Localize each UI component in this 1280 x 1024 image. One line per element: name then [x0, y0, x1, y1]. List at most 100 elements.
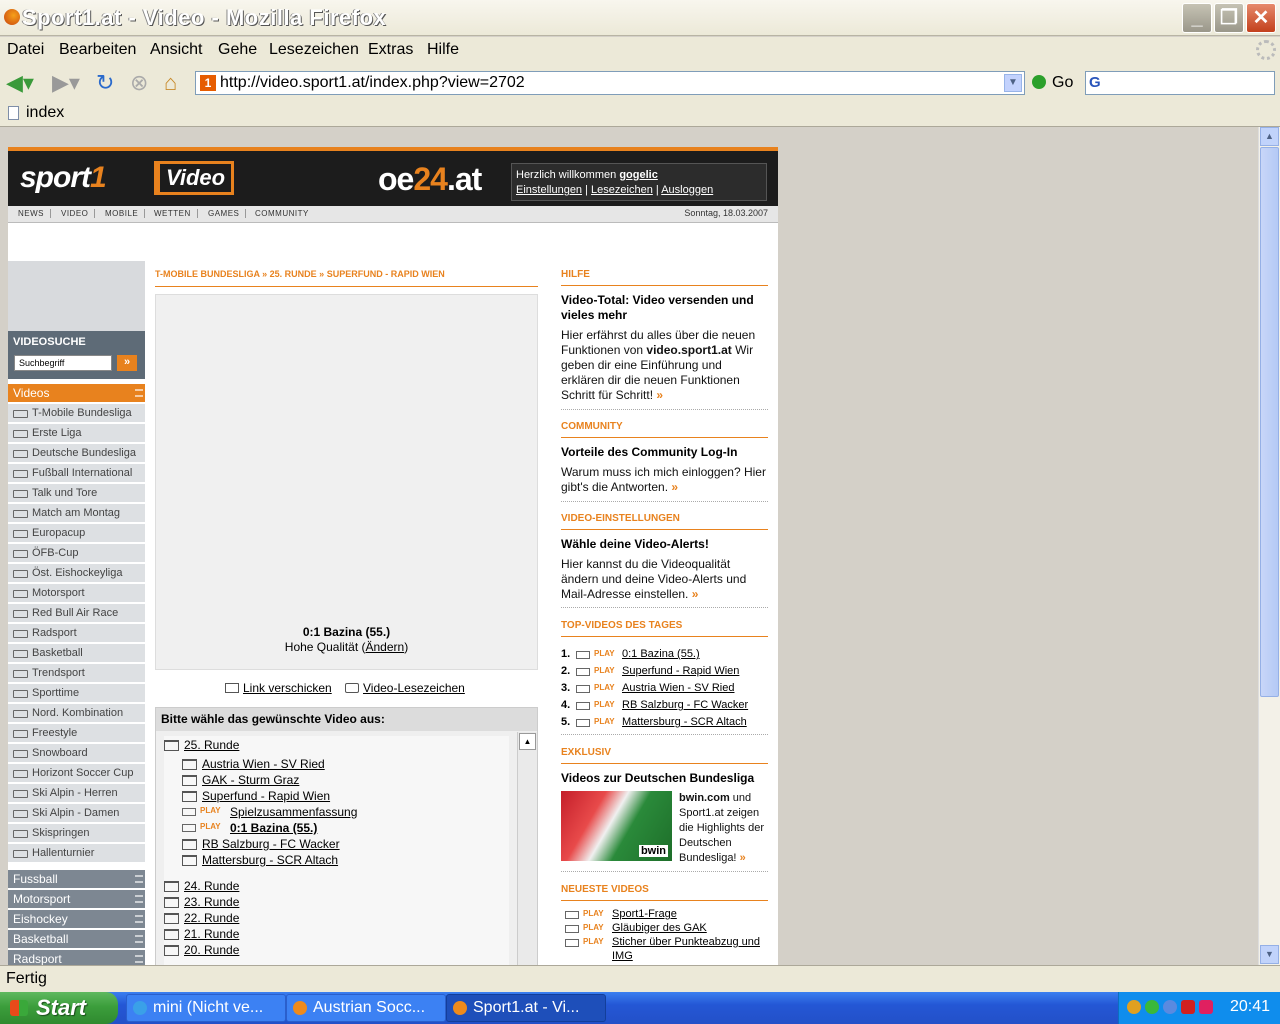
tree-link[interactable]: 22. Runde — [184, 911, 239, 925]
tree-game[interactable]: RB Salzburg - FC Wacker — [182, 837, 340, 851]
tab-mobile[interactable]: MOBILE — [105, 209, 146, 218]
exklusiv-image[interactable]: bwin — [561, 791, 672, 861]
tray-network-icon[interactable] — [1145, 1000, 1159, 1014]
sidebar-item[interactable]: ÖFB-Cup — [8, 544, 145, 563]
tree-link[interactable]: 20. Runde — [184, 943, 239, 957]
menu-bearbeiten[interactable]: Bearbeiten — [59, 41, 136, 59]
oe24-logo[interactable]: oe24.at — [378, 161, 482, 198]
tree-game[interactable]: Austria Wien - SV Ried — [182, 757, 325, 771]
video-search-button[interactable]: » — [117, 355, 137, 371]
sidebar-item[interactable]: Erste Liga — [8, 424, 145, 443]
page-scrollbar[interactable]: ▲ ▼ — [1258, 127, 1280, 965]
tree-link[interactable]: 23. Runde — [184, 895, 239, 909]
scroll-up-icon[interactable]: ▲ — [519, 733, 536, 750]
taskbar-item-sport1[interactable]: Sport1.at - Vi... — [446, 994, 606, 1022]
community-more-link[interactable]: » — [671, 480, 678, 494]
hilfe-title[interactable]: Video-Total: Video versenden und vieles … — [561, 293, 768, 323]
tree-round[interactable]: 24. Runde — [164, 879, 239, 893]
top-video-item[interactable]: 1. PLAY 0:1 Bazina (55.) — [561, 648, 768, 664]
video-search-input[interactable]: Suchbegriff — [14, 355, 112, 371]
top-video-link[interactable]: 0:1 Bazina (55.) — [622, 648, 700, 660]
sidebar-item[interactable]: Europacup — [8, 524, 145, 543]
tab-video[interactable]: VIDEO — [61, 209, 96, 218]
sidebar-section[interactable]: Fussball — [8, 870, 145, 889]
menu-gehe[interactable]: Gehe — [218, 41, 257, 59]
tray-antivirus-icon[interactable] — [1181, 1000, 1195, 1014]
menu-lesezeichen[interactable]: Lesezeichen — [269, 41, 359, 59]
tree-round[interactable]: 20. Runde — [164, 943, 239, 957]
maximize-button[interactable]: ❐ — [1214, 3, 1244, 33]
newest-video-link[interactable]: Gläubiger des GAK — [612, 922, 707, 934]
minimize-button[interactable]: _ — [1182, 3, 1212, 33]
sidebar-section[interactable]: Basketball — [8, 930, 145, 949]
username-link[interactable]: gogelic — [619, 169, 658, 181]
tray-arrow-icon[interactable] — [1127, 1000, 1141, 1014]
stop-icon[interactable]: ⊗ — [130, 71, 148, 95]
search-engine-icon[interactable]: G — [1089, 74, 1101, 91]
sidebar-item[interactable]: Skispringen — [8, 824, 145, 843]
newest-video-link[interactable]: Sport1-Frage — [612, 908, 677, 920]
tray-app-icon[interactable] — [1199, 1000, 1213, 1014]
tree-round[interactable]: 22. Runde — [164, 911, 239, 925]
tree-link[interactable]: 21. Runde — [184, 927, 239, 941]
top-video-item[interactable]: 4. PLAY RB Salzburg - FC Wacker — [561, 699, 768, 715]
tree-round[interactable]: 23. Runde — [164, 895, 239, 909]
sidebar-item[interactable]: Trendsport — [8, 664, 145, 683]
start-button[interactable]: Start — [0, 992, 118, 1024]
sidebar-item[interactable]: Motorsport — [8, 584, 145, 603]
scroll-up-arrow-icon[interactable]: ▲ — [1260, 127, 1279, 146]
top-video-item[interactable]: 3. PLAY Austria Wien - SV Ried — [561, 682, 768, 698]
tree-round[interactable]: 21. Runde — [164, 927, 239, 941]
send-link-button[interactable]: Link verschicken — [243, 681, 332, 695]
tree-game[interactable]: Mattersburg - SCR Altach — [182, 853, 338, 867]
tree-video[interactable]: PLAY 0:1 Bazina (55.) — [182, 821, 317, 835]
tray-volume-icon[interactable] — [1163, 1000, 1177, 1014]
search-input[interactable]: G — [1085, 71, 1275, 95]
menu-ansicht[interactable]: Ansicht — [150, 41, 202, 59]
tree-scrollbar[interactable]: ▲ — [517, 732, 537, 965]
sidebar-item[interactable]: Match am Montag — [8, 504, 145, 523]
top-video-item[interactable]: 2. PLAY Superfund - Rapid Wien — [561, 665, 768, 681]
tree-link[interactable]: Superfund - Rapid Wien — [202, 789, 330, 803]
settings-link[interactable]: Einstellungen — [516, 184, 582, 196]
scrollbar-thumb[interactable] — [1260, 147, 1279, 697]
sidebar-item[interactable]: Horizont Soccer Cup — [8, 764, 145, 783]
tree-video[interactable]: PLAY Spielzusammenfassung — [182, 805, 357, 819]
sidebar-item[interactable]: Sporttime — [8, 684, 145, 703]
close-button[interactable]: ✕ — [1246, 3, 1276, 33]
tree-link[interactable]: Austria Wien - SV Ried — [202, 757, 325, 771]
menu-extras[interactable]: Extras — [368, 41, 413, 59]
tree-link[interactable]: 24. Runde — [184, 879, 239, 893]
tab-games[interactable]: GAMES — [208, 209, 247, 218]
sidebar-item[interactable]: Nord. Kombination — [8, 704, 145, 723]
tree-link[interactable]: Mattersburg - SCR Altach — [202, 853, 338, 867]
bookmarks-link[interactable]: Lesezeichen — [591, 184, 653, 196]
url-input[interactable]: http://video.sport1.at/index.php?view=27… — [220, 74, 525, 92]
back-arrow-icon[interactable]: ◀▾ — [6, 71, 34, 95]
sidebar-item[interactable]: Basketball — [8, 644, 145, 663]
videos-category-header[interactable]: Videos — [8, 384, 145, 402]
hilfe-more-link[interactable]: » — [656, 388, 663, 402]
quality-change-link[interactable]: Ändern — [366, 640, 405, 654]
sidebar-item[interactable]: Freestyle — [8, 724, 145, 743]
url-dropdown-icon[interactable]: ▼ — [1004, 74, 1022, 92]
exklusiv-more-link[interactable]: » — [740, 852, 746, 864]
tree-link[interactable]: 0:1 Bazina (55.) — [230, 821, 317, 835]
tab-community[interactable]: COMMUNITY — [255, 209, 315, 218]
taskbar-item-messenger[interactable]: mini (Nicht ve... — [126, 994, 286, 1022]
scroll-down-arrow-icon[interactable]: ▼ — [1260, 945, 1279, 964]
video-bookmark-button[interactable]: Video-Lesezeichen — [363, 681, 465, 695]
tree-link[interactable]: GAK - Sturm Graz — [202, 773, 299, 787]
einstellungen-title[interactable]: Wähle deine Video-Alerts! — [561, 537, 768, 552]
tab-label[interactable]: index — [26, 104, 64, 122]
sidebar-section[interactable]: Radsport — [8, 950, 145, 965]
top-video-link[interactable]: RB Salzburg - FC Wacker — [622, 699, 748, 711]
tree-link[interactable]: Spielzusammenfassung — [230, 805, 357, 819]
sidebar-item[interactable]: Hallenturnier — [8, 844, 145, 863]
sidebar-section[interactable]: Motorsport — [8, 890, 145, 909]
newest-video-link[interactable]: Sticher über Punkteabzug und — [612, 936, 760, 948]
sidebar-item[interactable]: Radsport — [8, 624, 145, 643]
newest-video-link[interactable]: IMG — [612, 950, 633, 962]
sidebar-section[interactable]: Eishockey — [8, 910, 145, 929]
reload-icon[interactable]: ↻ — [96, 71, 114, 95]
